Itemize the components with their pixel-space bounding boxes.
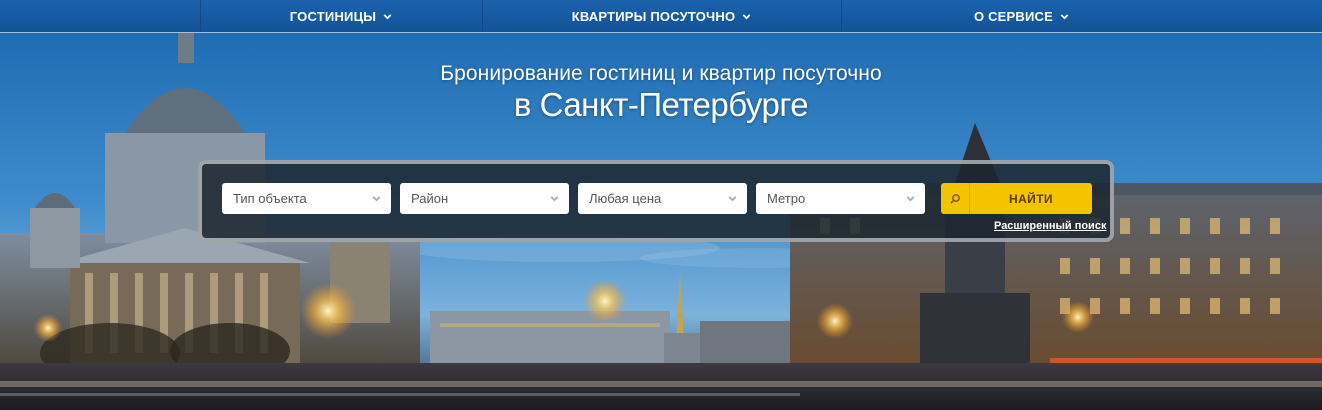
search-icon-box xyxy=(941,183,970,214)
search-icon xyxy=(950,193,960,204)
hero-title: в Санкт-Петербурге xyxy=(513,86,809,123)
nav-item-label: КВАРТИРЫ ПОСУТОЧНО xyxy=(571,8,736,24)
search-panel: Тип объекта Район Любая цена Метро НАЙТИ… xyxy=(198,160,1114,242)
nav-item-hotels[interactable]: ГОСТИНИЦЫ xyxy=(200,0,482,32)
chevron-down-icon xyxy=(550,196,559,202)
nav-item-apartments[interactable]: КВАРТИРЫ ПОСУТОЧНО xyxy=(482,0,841,32)
select-value: Любая цена xyxy=(589,191,662,206)
chevron-down-icon xyxy=(728,196,737,202)
district-select[interactable]: Район xyxy=(400,183,569,214)
chevron-down-icon xyxy=(906,196,915,202)
chevron-down-icon xyxy=(742,13,751,19)
select-value: Метро xyxy=(767,191,806,206)
nav-spacer-left xyxy=(0,0,200,32)
chevron-down-icon xyxy=(1060,13,1069,19)
select-value: Район xyxy=(411,191,449,206)
nav-item-about-wrap: О СЕРВИСЕ xyxy=(841,0,1322,32)
object-type-select[interactable]: Тип объекта xyxy=(222,183,391,214)
find-button-label: НАЙТИ xyxy=(1009,191,1053,206)
top-navigation: ГОСТИНИЦЫ КВАРТИРЫ ПОСУТОЧНО О СЕРВИСЕ xyxy=(0,0,1322,33)
price-select[interactable]: Любая цена xyxy=(578,183,747,214)
chevron-down-icon xyxy=(372,196,381,202)
nav-item-label: ГОСТИНИЦЫ xyxy=(289,8,377,24)
hero-subtitle: Бронирование гостиниц и квартир посуточн… xyxy=(440,62,882,85)
metro-select[interactable]: Метро xyxy=(756,183,925,214)
advanced-search-link[interactable]: Расширенный поиск xyxy=(994,220,1106,232)
select-value: Тип объекта xyxy=(233,191,307,206)
nav-item-label: О СЕРВИСЕ xyxy=(973,8,1054,24)
chevron-down-icon xyxy=(383,13,392,19)
nav-item-about[interactable]: О СЕРВИСЕ xyxy=(842,0,1202,32)
find-button[interactable]: НАЙТИ xyxy=(941,183,1092,214)
